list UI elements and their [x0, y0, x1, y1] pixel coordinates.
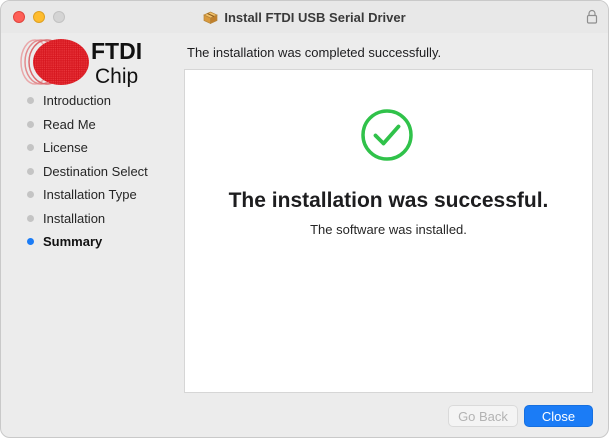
- ftdi-chip-logo: FTDI Chip: [20, 38, 142, 87]
- completion-message: The installation was completed successfu…: [187, 45, 442, 60]
- step-label: License: [43, 140, 88, 156]
- window-controls: [13, 11, 65, 23]
- step-label: Installation: [43, 210, 106, 226]
- summary-panel: The installation was successful. The sof…: [184, 69, 593, 393]
- close-button[interactable]: Close: [524, 405, 593, 427]
- zoom-window-button[interactable]: [53, 11, 65, 23]
- logo-ftdi-text: FTDI: [91, 38, 142, 64]
- step-bullet-icon: [27, 120, 34, 128]
- step-summary: Summary: [27, 230, 148, 254]
- step-label: Introduction: [43, 93, 111, 109]
- step-label: Destination Select: [43, 163, 148, 179]
- lock-icon: [586, 9, 598, 24]
- package-icon: [203, 11, 219, 24]
- step-installation-type: Installation Type: [27, 183, 148, 207]
- success-check-icon: [361, 109, 413, 161]
- success-subline: The software was installed.: [310, 222, 467, 237]
- step-bullet-icon: [27, 191, 34, 199]
- minimize-window-button[interactable]: [33, 11, 45, 23]
- step-bullet-icon: [27, 214, 34, 222]
- step-introduction: Introduction: [27, 89, 148, 113]
- step-installation: Installation: [27, 207, 148, 231]
- window-title-group: Install FTDI USB Serial Driver: [203, 9, 406, 25]
- step-bullet-icon: [27, 167, 34, 175]
- step-bullet-active-icon: [27, 238, 34, 246]
- step-label: Summary: [43, 234, 103, 250]
- step-label: Read Me: [43, 116, 96, 132]
- close-window-button[interactable]: [13, 11, 25, 23]
- installer-window: Install FTDI USB Serial Driver FTDI Chip…: [0, 0, 609, 438]
- logo-chip-text: Chip: [95, 65, 138, 87]
- window-title: Install FTDI USB Serial Driver: [224, 9, 406, 25]
- step-read-me: Read Me: [27, 113, 148, 137]
- step-label: Installation Type: [43, 187, 137, 203]
- go-back-button[interactable]: Go Back: [448, 405, 518, 427]
- step-bullet-icon: [27, 97, 34, 105]
- installer-steps-list: Introduction Read Me License Destination…: [27, 89, 148, 254]
- title-bar: Install FTDI USB Serial Driver: [1, 1, 608, 33]
- step-bullet-icon: [27, 144, 34, 152]
- step-destination-select: Destination Select: [27, 160, 148, 184]
- step-license: License: [27, 136, 148, 160]
- success-headline: The installation was successful.: [228, 189, 549, 212]
